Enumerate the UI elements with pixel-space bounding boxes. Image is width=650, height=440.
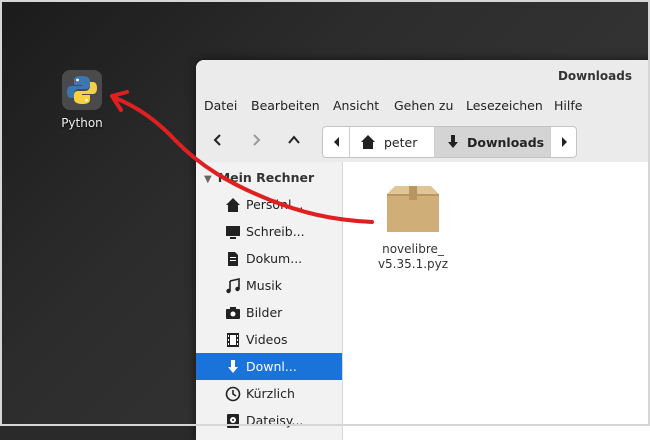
annotation-arrow [110, 90, 374, 224]
